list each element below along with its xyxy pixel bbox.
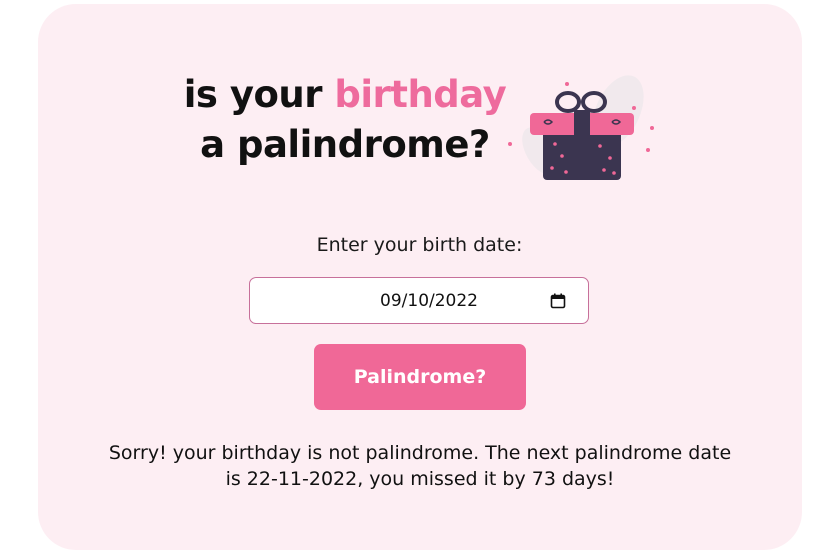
gift-box-icon <box>508 75 654 180</box>
birth-date-input[interactable]: 09/10/2022 <box>249 277 589 324</box>
birth-date-label: Enter your birth date: <box>316 234 523 256</box>
title-part1: is your <box>183 73 335 116</box>
title-line2: a palindrome? <box>200 123 490 166</box>
calendar-icon[interactable] <box>550 293 566 309</box>
page-title: is your birthday a palindrome? <box>180 70 510 170</box>
result-line2: is 22-11-2022, you missed it by 73 days! <box>225 468 615 490</box>
result-line1: Sorry! your birthday is not palindrome. … <box>108 442 732 464</box>
result-message: Sorry! your birthday is not palindrome. … <box>70 440 770 492</box>
title-accent: birthday <box>334 73 507 116</box>
palindrome-check-button[interactable]: Palindrome? <box>314 344 526 410</box>
date-value: 09/10/2022 <box>380 291 478 311</box>
